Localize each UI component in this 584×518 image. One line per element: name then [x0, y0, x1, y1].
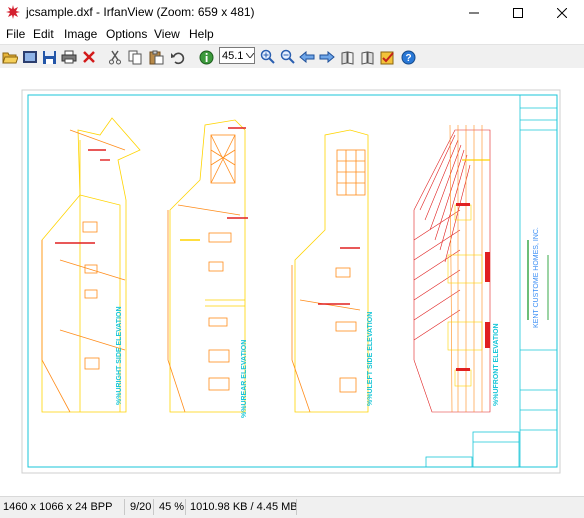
scissors-icon — [109, 50, 121, 64]
toolbar: 45.1 ? — [0, 44, 584, 69]
next-button[interactable] — [318, 48, 336, 66]
printer-icon — [61, 50, 77, 64]
zoom-in-button[interactable] — [259, 48, 277, 66]
help-button[interactable]: ? — [399, 48, 417, 66]
filmstrip-icon — [23, 51, 37, 63]
maximize-icon — [513, 7, 523, 18]
first-page-button[interactable] — [338, 48, 356, 66]
copy-icon — [128, 50, 141, 64]
status-filesize: 1010.98 KB / 4.45 MB — [190, 501, 298, 513]
info-button[interactable] — [197, 48, 215, 66]
status-separator — [124, 499, 125, 515]
last-page-button[interactable] — [358, 48, 376, 66]
status-page: 9/20 — [130, 501, 152, 513]
paste-clipboard-icon — [149, 50, 163, 64]
undo-button[interactable] — [168, 48, 186, 66]
open-button[interactable] — [1, 48, 19, 66]
status-dimensions: 1460 x 1066 x 24 BPP — [3, 501, 113, 513]
undo-arrow-icon — [170, 52, 184, 64]
title-bar: jcsample.dxf - IrfanView (Zoom: 659 x 48… — [0, 0, 584, 25]
help-question-icon: ? — [401, 50, 415, 64]
image-viewport[interactable]: %%URIGHT SIDE ELEVATION %%UREAR ELEVATIO… — [0, 68, 584, 496]
paint-check-icon — [380, 51, 394, 64]
print-button[interactable] — [60, 48, 78, 66]
open-folder-icon — [2, 52, 18, 64]
menu-image[interactable]: Image — [64, 27, 97, 41]
menu-file[interactable]: File — [6, 27, 25, 41]
status-separator — [153, 499, 154, 515]
chevron-down-icon — [246, 53, 254, 58]
save-disk-icon — [42, 50, 56, 64]
close-icon — [557, 7, 567, 18]
zoom-dropdown-button[interactable] — [244, 47, 256, 64]
delete-button[interactable] — [80, 48, 98, 66]
menu-help[interactable]: Help — [189, 27, 214, 41]
menu-bar: File Edit Image Options View Help — [0, 25, 584, 44]
status-separator — [185, 499, 186, 515]
paste-button[interactable] — [147, 48, 165, 66]
rear-elevation-label: %%UREAR ELEVATION — [241, 340, 248, 418]
window-title: jcsample.dxf - IrfanView (Zoom: 659 x 48… — [26, 5, 255, 19]
right-side-elevation-label: %%URIGHT SIDE ELEVATION — [116, 306, 123, 405]
zoom-in-icon — [260, 49, 275, 64]
slideshow-button[interactable] — [21, 48, 39, 66]
cut-button[interactable] — [106, 48, 124, 66]
book-open-left-icon — [341, 50, 353, 65]
info-icon — [199, 50, 213, 64]
paint-button[interactable] — [378, 48, 396, 66]
status-zoom: 45 % — [159, 501, 185, 513]
front-elevation-label: %%UFRONT ELEVATION — [493, 323, 500, 406]
minimize-button[interactable] — [452, 0, 496, 25]
arrow-right-icon — [319, 51, 335, 63]
status-bar: 1460 x 1066 x 24 BPP 9/20 45 % 1010.98 K… — [0, 496, 584, 518]
close-button[interactable] — [540, 0, 584, 25]
zoom-out-button[interactable] — [279, 48, 297, 66]
titleblock-company: KENT CUSTOME HOMES, INC. — [533, 227, 540, 328]
status-separator — [296, 499, 297, 515]
book-open-right-icon — [361, 50, 373, 65]
zoom-out-icon — [280, 49, 295, 64]
menu-view[interactable]: View — [154, 27, 180, 41]
arrow-left-icon — [299, 51, 315, 63]
save-button[interactable] — [40, 48, 58, 66]
minimize-icon — [469, 12, 479, 13]
menu-options[interactable]: Options — [106, 27, 147, 41]
svg-text:?: ? — [405, 53, 411, 64]
copy-button[interactable] — [126, 48, 144, 66]
menu-edit[interactable]: Edit — [33, 27, 54, 41]
maximize-button[interactable] — [496, 0, 540, 25]
delete-x-icon — [83, 51, 95, 63]
cad-drawing: %%URIGHT SIDE ELEVATION %%UREAR ELEVATIO… — [21, 89, 561, 474]
left-side-elevation-label: %%ULEFT SIDE ELEVATION — [367, 312, 374, 406]
previous-button[interactable] — [298, 48, 316, 66]
irfanview-app-icon[interactable] — [6, 5, 20, 19]
